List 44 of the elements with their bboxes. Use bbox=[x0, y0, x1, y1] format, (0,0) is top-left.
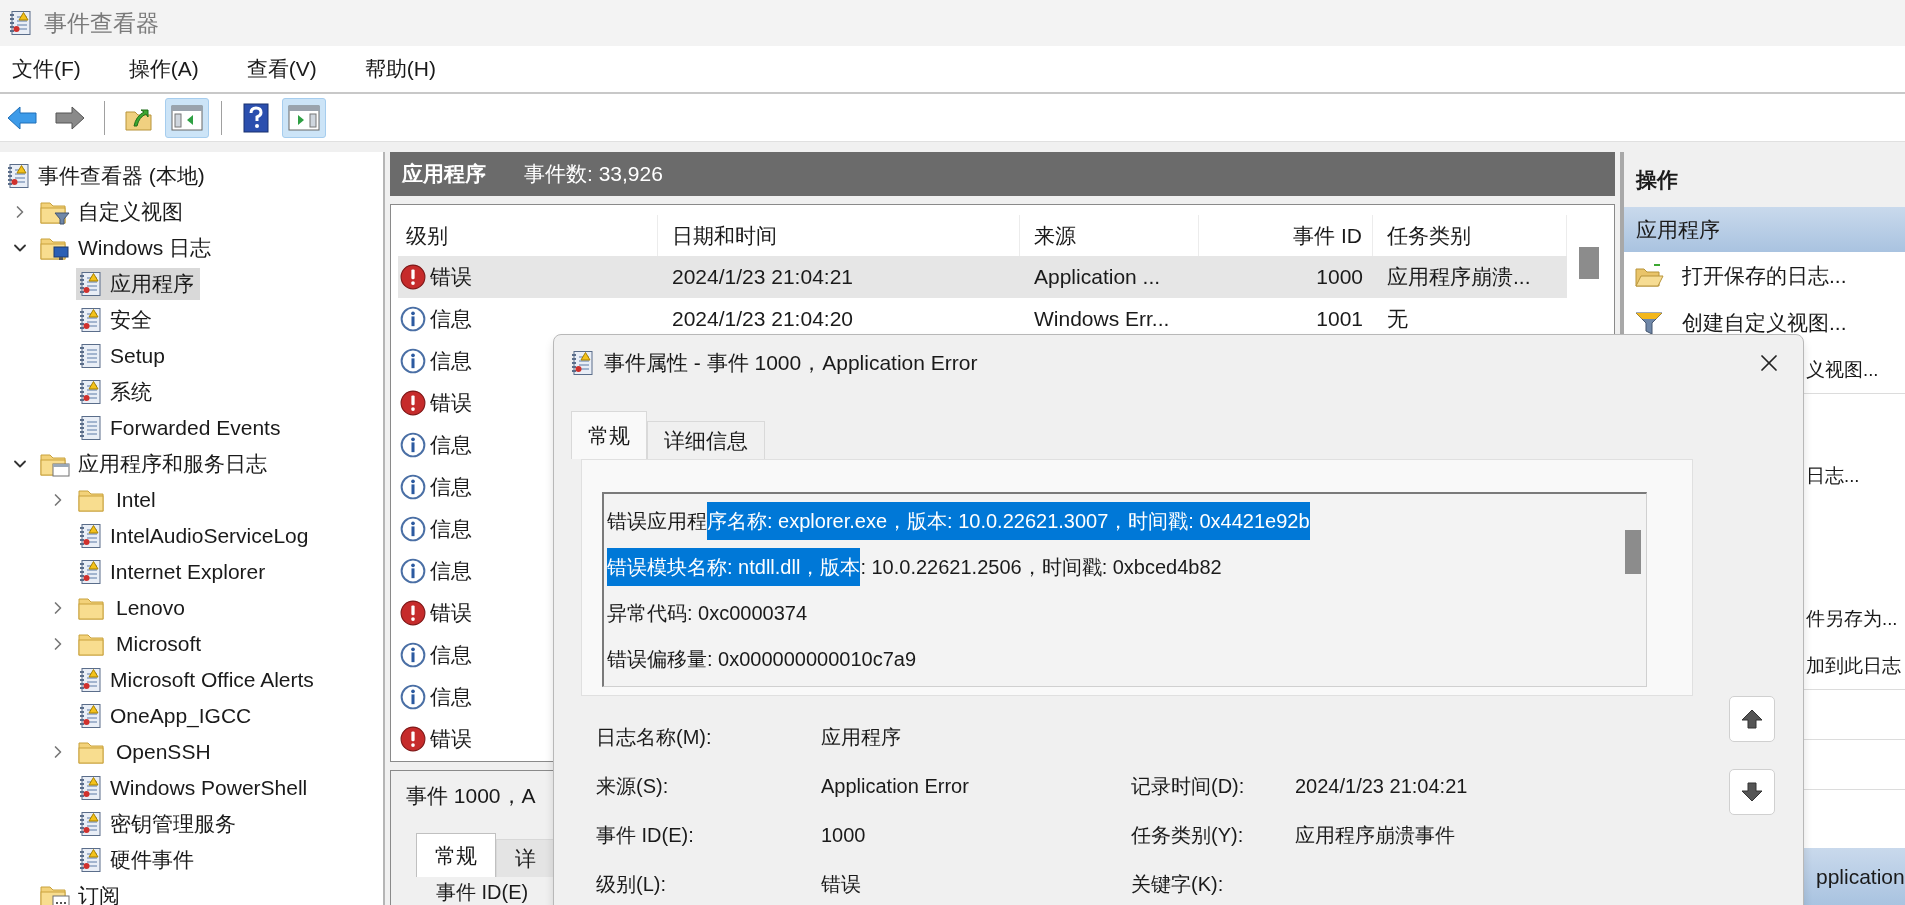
description-line: 错误应用程序名称: explorer.exe，版本: 10.0.22621.3007，时间戳: 0x4421e92b bbox=[607, 498, 1620, 544]
table-cell-text: 错误 bbox=[430, 264, 472, 290]
table-cell-text: 信息 bbox=[430, 684, 472, 710]
description-line: 错误偏移量: 0x000000000010c7a9 bbox=[607, 646, 918, 672]
table-cell-text: 信息 bbox=[430, 642, 472, 668]
field-label: 级别(L): bbox=[596, 872, 667, 897]
event-count: 事件数: 33,926 bbox=[524, 161, 663, 187]
log-title: 应用程序 bbox=[402, 161, 486, 187]
table-cell-text: 信息 bbox=[430, 306, 472, 332]
table-cell-text: 信息 bbox=[430, 348, 472, 374]
table-cell: 1001 bbox=[1316, 307, 1363, 331]
field-label: 记录时间(D): bbox=[1131, 774, 1246, 799]
table-cell-text: 错误 bbox=[430, 600, 472, 626]
field-label: 日志名称(M): bbox=[596, 725, 713, 750]
table-cell-text: 应用程序崩溃... bbox=[1387, 264, 1531, 290]
table-cell-text: 信息 bbox=[430, 432, 472, 458]
field-label: 事件 ID(E): bbox=[596, 823, 695, 848]
field-value: 1000 bbox=[821, 824, 867, 847]
field-value: 应用程序崩溃事件 bbox=[1295, 823, 1456, 848]
table-cell-text: 信息 bbox=[430, 558, 472, 584]
actions-title: 操作 bbox=[1624, 152, 1905, 207]
field-value: 2024/1/23 21:04:21 bbox=[1295, 775, 1469, 798]
table-cell: 1000 bbox=[1316, 265, 1363, 289]
field-value: Application Error bbox=[821, 775, 970, 798]
table-cell: 2024/1/23 21:04:21 bbox=[672, 265, 853, 289]
table-cell: 2024/1/23 21:04:20 bbox=[672, 307, 853, 331]
field-label: 任务类别(Y): bbox=[1131, 823, 1245, 848]
preview-title: 事件 1000，A bbox=[406, 783, 536, 809]
window-title: 事件查看器 bbox=[44, 8, 159, 38]
description-line: 异常代码: 0xc0000374 bbox=[607, 600, 809, 626]
table-cell: Windows Err... bbox=[1034, 307, 1170, 331]
table-cell-text: 信息 bbox=[430, 474, 472, 500]
field-value: 应用程序 bbox=[821, 725, 902, 750]
field-value: 错误 bbox=[821, 872, 862, 897]
field-label: 事件 ID(E) bbox=[436, 880, 529, 905]
field-label: 来源(S): bbox=[596, 774, 670, 799]
description-line: 错误模块名称: ntdll.dll，版本: 10.0.22621.2506，时间戳: 0xbced4b82 bbox=[607, 544, 1620, 590]
table-cell-text: 无 bbox=[1387, 306, 1408, 332]
dialog-title: 事件属性 - 事件 1000，Application Error bbox=[604, 350, 979, 376]
field-label: 关键字(K): bbox=[1131, 872, 1225, 897]
table-cell-text: 错误 bbox=[430, 726, 472, 752]
table-cell-text: 错误 bbox=[430, 390, 472, 416]
table-cell-text: 信息 bbox=[430, 516, 472, 542]
table-cell: Application ... bbox=[1034, 265, 1161, 289]
